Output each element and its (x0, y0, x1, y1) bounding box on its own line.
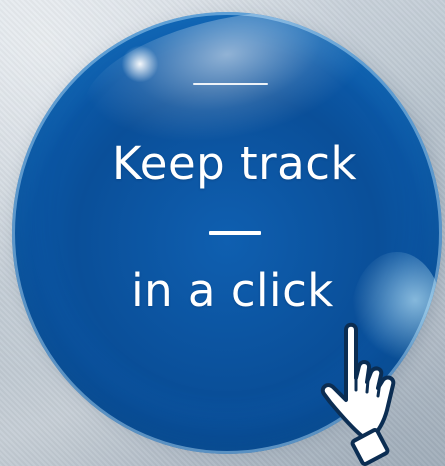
middle-dash (209, 231, 261, 235)
sparkle-highlight (120, 44, 160, 84)
top-divider-line (193, 83, 268, 85)
hand-pointer-icon (320, 322, 396, 466)
banner-canvas: Keep track in a click (0, 0, 445, 466)
headline-line-1: Keep track (111, 137, 358, 190)
headline-line-2: in a click (131, 264, 334, 317)
